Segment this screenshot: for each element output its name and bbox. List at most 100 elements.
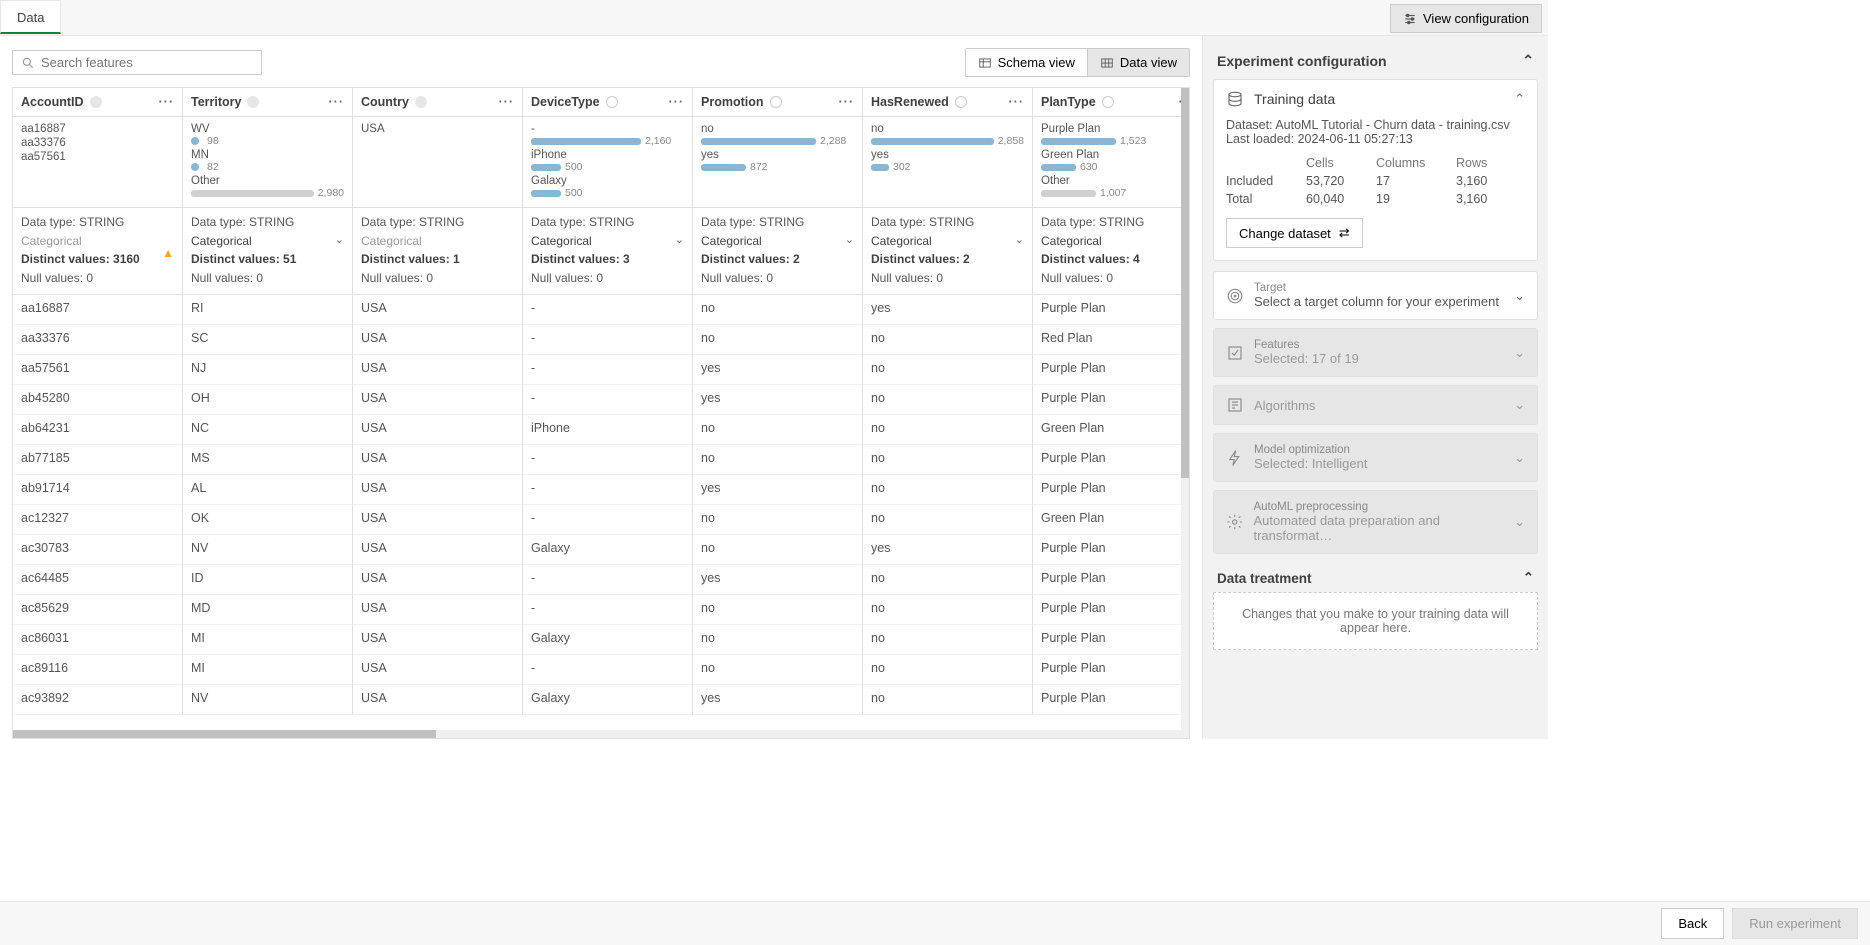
data-cell[interactable]: OH [183,385,353,415]
column-header[interactable]: HasRenewed··· [863,88,1033,117]
column-header[interactable]: Country··· [353,88,523,117]
data-cell[interactable]: yes [693,685,863,715]
data-cell[interactable]: USA [353,535,523,565]
data-cell[interactable]: RI [183,295,353,325]
training-data-section-header[interactable]: Training data ⌃ [1214,80,1537,118]
data-cell[interactable]: no [693,505,863,535]
column-menu-icon[interactable]: ··· [329,95,345,109]
data-cell[interactable]: Purple Plan [1033,355,1190,385]
view-configuration-button[interactable]: View configuration [1390,4,1542,33]
data-cell[interactable]: NJ [183,355,353,385]
column-menu-icon[interactable]: ··· [839,95,855,109]
data-cell[interactable]: ac30783 [13,535,183,565]
treatment-select[interactable]: Categorical⌄ [191,232,344,251]
data-cell[interactable]: ac93892 [13,685,183,715]
data-cell[interactable]: - [523,475,693,505]
data-cell[interactable]: yes [863,295,1033,325]
data-cell[interactable]: AL [183,475,353,505]
data-cell[interactable]: USA [353,295,523,325]
tab-data[interactable]: Data [0,0,61,34]
column-header[interactable]: PlanType··· [1033,88,1190,117]
data-cell[interactable]: SC [183,325,353,355]
data-cell[interactable]: USA [353,355,523,385]
data-cell[interactable]: ac64485 [13,565,183,595]
data-cell[interactable]: - [523,505,693,535]
data-cell[interactable]: - [523,385,693,415]
data-cell[interactable]: - [523,595,693,625]
data-cell[interactable]: no [863,505,1033,535]
data-cell[interactable]: MS [183,445,353,475]
data-grid[interactable]: AccountID···Territory···Country···Device… [12,87,1190,739]
data-cell[interactable]: Purple Plan [1033,475,1190,505]
data-cell[interactable]: MI [183,655,353,685]
data-cell[interactable]: Purple Plan [1033,535,1190,565]
data-cell[interactable]: - [523,565,693,595]
column-header[interactable]: AccountID··· [13,88,183,117]
data-cell[interactable]: Galaxy [523,625,693,655]
data-cell[interactable]: no [693,535,863,565]
data-cell[interactable]: ac89116 [13,655,183,685]
data-cell[interactable]: NC [183,415,353,445]
treatment-select[interactable]: Categorical⌄ [871,232,1024,251]
chevron-down-icon[interactable]: ⌄ [1015,232,1024,249]
column-header[interactable]: Territory··· [183,88,353,117]
model-optimization-card[interactable]: Model optimization Selected: Intelligent… [1213,433,1538,482]
data-cell[interactable]: USA [353,385,523,415]
data-cell[interactable]: no [693,445,863,475]
data-cell[interactable]: Purple Plan [1033,595,1190,625]
data-cell[interactable]: NV [183,535,353,565]
data-cell[interactable]: USA [353,445,523,475]
data-cell[interactable]: ab91714 [13,475,183,505]
data-cell[interactable]: USA [353,415,523,445]
data-cell[interactable]: Purple Plan [1033,295,1190,325]
data-cell[interactable]: ID [183,565,353,595]
data-cell[interactable]: no [863,415,1033,445]
treatment-select[interactable]: Categorical⌄ [701,232,854,251]
column-menu-icon[interactable]: ··· [499,95,515,109]
automl-preprocessing-card[interactable]: AutoML preprocessing Automated data prep… [1213,490,1538,554]
data-cell[interactable]: no [693,655,863,685]
data-cell[interactable]: no [863,355,1033,385]
target-card[interactable]: Target Select a target column for your e… [1213,271,1538,320]
data-cell[interactable]: Purple Plan [1033,565,1190,595]
run-experiment-button[interactable]: Run experiment [1732,908,1858,939]
search-input[interactable] [41,55,253,70]
data-cell[interactable]: USA [353,595,523,625]
data-cell[interactable]: Purple Plan [1033,655,1190,685]
data-cell[interactable]: ac12327 [13,505,183,535]
data-cell[interactable]: aa57561 [13,355,183,385]
chevron-up-icon[interactable]: ⌃ [1522,52,1534,69]
data-cell[interactable]: Green Plan [1033,505,1190,535]
horizontal-scrollbar[interactable] [13,730,1189,738]
data-cell[interactable]: no [863,685,1033,715]
data-cell[interactable]: no [863,445,1033,475]
data-cell[interactable]: NV [183,685,353,715]
search-features-box[interactable] [12,50,262,75]
data-cell[interactable]: no [863,565,1033,595]
algorithms-card[interactable]: Algorithms ⌄ [1213,385,1538,425]
data-cell[interactable]: no [863,655,1033,685]
data-cell[interactable]: USA [353,565,523,595]
features-card[interactable]: Features Selected: 17 of 19 ⌄ [1213,328,1538,377]
data-cell[interactable]: ab77185 [13,445,183,475]
data-cell[interactable]: - [523,295,693,325]
data-cell[interactable]: - [523,325,693,355]
data-cell[interactable]: USA [353,655,523,685]
data-cell[interactable]: no [863,325,1033,355]
data-cell[interactable]: aa16887 [13,295,183,325]
column-header[interactable]: Promotion··· [693,88,863,117]
data-cell[interactable]: no [693,325,863,355]
data-cell[interactable]: USA [353,505,523,535]
data-cell[interactable]: OK [183,505,353,535]
chevron-down-icon[interactable]: ⌄ [845,232,854,249]
column-menu-icon[interactable]: ··· [159,95,175,109]
data-treatment-header[interactable]: Data treatment ⌃ [1213,562,1538,592]
back-button[interactable]: Back [1661,908,1724,939]
column-menu-icon[interactable]: ··· [1009,95,1025,109]
treatment-select[interactable]: Categorical⌄ [1041,232,1190,251]
data-cell[interactable]: yes [693,385,863,415]
data-cell[interactable]: yes [693,475,863,505]
data-cell[interactable]: Galaxy [523,685,693,715]
chevron-down-icon[interactable]: ⌄ [675,232,684,249]
data-cell[interactable]: ab45280 [13,385,183,415]
